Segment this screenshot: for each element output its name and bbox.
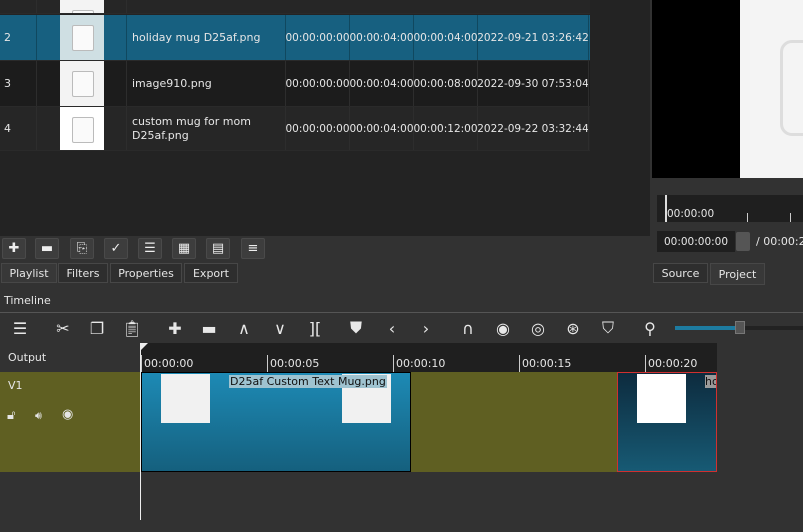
duration: 00:00:04:00 xyxy=(350,107,414,150)
cut-icon[interactable]: ✂ xyxy=(52,317,74,339)
next-marker-icon[interactable]: › xyxy=(415,317,437,339)
duration: 00:00:04:00 xyxy=(350,15,414,60)
total-duration: / 00:00:2 xyxy=(756,235,803,248)
remove-button[interactable]: ▬ xyxy=(35,238,59,259)
copy-icon[interactable]: ❐ xyxy=(86,317,108,339)
hide-icon[interactable]: ◉ xyxy=(62,407,73,422)
marker-icon[interactable]: ⛊ xyxy=(345,317,367,339)
in-point: 00:00:00:00 xyxy=(286,107,350,150)
timeline-title: Timeline xyxy=(4,294,51,307)
start: 00:00:08:00 xyxy=(414,61,478,106)
lift-icon[interactable]: ∧ xyxy=(233,317,255,339)
table-row[interactable]: 3 image910.png 00:00:00:00 00:00:04:00 0… xyxy=(0,61,590,107)
thumbnail xyxy=(59,0,104,13)
divider xyxy=(0,312,803,313)
split-icon[interactable]: ][ xyxy=(304,317,326,339)
grid-view-button[interactable]: ▦ xyxy=(172,238,196,259)
playlist-panel: 2 holiday mug D25af.png 00:00:00:00 00:0… xyxy=(0,0,650,236)
clip[interactable]: D25af Custom Text Mug.png xyxy=(141,372,411,472)
thumbnail xyxy=(161,374,210,423)
zoom-slider-handle[interactable] xyxy=(735,321,746,334)
table-row[interactable]: 4 custom mug for mom D25af.png 00:00:00:… xyxy=(0,107,590,151)
ruler-tick: 00:00:00 xyxy=(141,355,193,372)
zoom-slider[interactable] xyxy=(675,321,803,334)
timeline-ruler[interactable]: 00:00:00 00:00:05 00:00:10 00:00:15 00:0… xyxy=(141,343,717,372)
timecode-value: 00:00:00:00 xyxy=(663,235,729,248)
tab-filters[interactable]: Filters xyxy=(58,263,108,283)
track-name: V1 xyxy=(8,379,23,392)
ripple-icon[interactable]: ◎ xyxy=(527,317,549,339)
row-number: 3 xyxy=(0,61,37,106)
start: 00:00:12:00 xyxy=(414,107,478,150)
clip-name: ho xyxy=(705,375,716,388)
duration: 00:00:04:00 xyxy=(350,61,414,106)
output-header: Output xyxy=(0,343,141,372)
playhead-handle[interactable] xyxy=(140,343,148,351)
thumbnail xyxy=(59,61,104,106)
start: 00:00:04:00 xyxy=(414,15,478,60)
tab-export[interactable]: Export xyxy=(184,263,238,283)
timecode-spinner[interactable] xyxy=(736,232,750,251)
remove-icon[interactable]: ▬ xyxy=(198,317,220,339)
track-header-v1[interactable]: V1 🔓︎ 🔊︎ ◉ xyxy=(0,372,141,472)
previous-marker-icon[interactable]: ‹ xyxy=(381,317,403,339)
lock-icon[interactable]: 🔓︎ xyxy=(7,408,15,423)
ruler-label: 00:00:00 xyxy=(667,208,715,220)
check-button[interactable]: ✓ xyxy=(104,238,128,259)
tab-source[interactable]: Source xyxy=(653,263,708,283)
thumbnail xyxy=(59,15,104,60)
in-point: 00:00:00:00 xyxy=(286,15,350,60)
paste-icon[interactable]: 📋︎ xyxy=(121,317,143,339)
zoom-out-icon[interactable]: ⚲ xyxy=(639,317,661,339)
ripple-all-icon[interactable]: ⊛ xyxy=(562,317,584,339)
ruler-tick: 00:00:05 xyxy=(267,355,319,372)
table-row[interactable]: 2 holiday mug D25af.png 00:00:00:00 00:0… xyxy=(0,15,590,61)
thumbnail xyxy=(59,107,104,150)
ruler-tick: 00:00:20 xyxy=(645,355,697,372)
append-icon[interactable]: ✚ xyxy=(164,317,186,339)
date: 2022-09-22 03:32:44 xyxy=(478,107,589,150)
clip-name: D25af Custom Text Mug.png xyxy=(229,375,387,388)
in-point: 00:00:00:00 xyxy=(286,61,350,106)
ruler-tick: 00:00:10 xyxy=(393,355,445,372)
table-row[interactable] xyxy=(0,0,590,14)
tab-properties[interactable]: Properties xyxy=(110,263,182,283)
row-number: 2 xyxy=(0,15,37,60)
details-view-button[interactable]: ▤ xyxy=(206,238,230,259)
timecode-input[interactable]: 00:00:00:00 xyxy=(657,231,735,252)
ripple-markers-icon[interactable]: ⛉ xyxy=(597,317,619,339)
date: 2022-09-21 03:26:42 xyxy=(478,15,589,60)
viewer-scrubber[interactable]: 00:00:00 xyxy=(657,195,803,222)
output-label: Output xyxy=(8,351,47,364)
menu-icon[interactable]: ☰ xyxy=(9,317,31,339)
clip-name: image910.png xyxy=(127,61,286,106)
video-viewer xyxy=(652,0,803,178)
clip-name: custom mug for mom D25af.png xyxy=(127,107,286,150)
overwrite-icon[interactable]: ∨ xyxy=(269,317,291,339)
add-button[interactable]: ✚ xyxy=(2,238,26,259)
snap-icon[interactable]: ∩ xyxy=(457,317,479,339)
preview-image xyxy=(740,0,803,178)
playhead[interactable] xyxy=(140,343,141,520)
tab-project[interactable]: Project xyxy=(710,263,765,285)
date: 2022-09-30 07:53:04 xyxy=(478,61,589,106)
list-view-button[interactable]: ☰ xyxy=(138,238,162,259)
thumbnail xyxy=(637,374,686,423)
row-number: 4 xyxy=(0,107,37,150)
clip-name: holiday mug D25af.png xyxy=(127,15,286,60)
update-button[interactable]: ⎘ xyxy=(70,238,94,259)
clip-selected[interactable]: ho xyxy=(617,372,717,472)
tab-playlist[interactable]: Playlist xyxy=(1,263,57,283)
ruler-tick: 00:00:15 xyxy=(519,355,571,372)
mute-icon[interactable]: 🔊︎ xyxy=(35,409,42,423)
scrub-icon[interactable]: ◉ xyxy=(492,317,514,339)
playlist-menu-button[interactable]: ≡ xyxy=(241,238,265,259)
